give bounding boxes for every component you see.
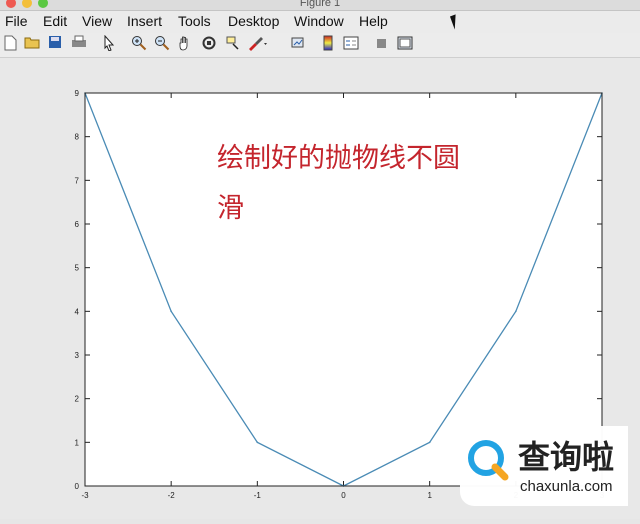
data-cursor-icon[interactable] [225, 35, 241, 53]
data-point [515, 310, 517, 313]
rotate-3d-icon[interactable] [201, 35, 217, 53]
annotation-text: 绘制好的抛物线不圆 滑 [217, 134, 460, 234]
y-tick-label: 1 [75, 438, 80, 447]
zoom-out-icon[interactable] [154, 35, 170, 53]
y-tick-label: 2 [75, 395, 80, 404]
x-tick-label: -2 [168, 491, 176, 500]
data-point [170, 310, 172, 313]
window-titlebar: Figure 1 [0, 0, 640, 11]
menu-window[interactable]: Window [294, 13, 344, 29]
show-plot-tools-icon[interactable] [397, 35, 413, 53]
y-tick-label: 0 [75, 482, 80, 491]
zoom-in-icon[interactable] [131, 35, 147, 53]
menu-insert[interactable]: Insert [127, 13, 162, 29]
watermark-name: 查询啦 [518, 438, 615, 476]
data-point [428, 441, 431, 444]
menu-view[interactable]: View [82, 13, 112, 29]
y-tick-label: 7 [75, 176, 80, 185]
data-point [256, 441, 259, 444]
x-tick-label: -1 [254, 491, 262, 500]
menu-desktop[interactable]: Desktop [228, 13, 279, 29]
menubar: File Edit View Insert Tools Desktop Wind… [0, 11, 640, 33]
x-tick-label: 1 [427, 491, 432, 500]
menu-file[interactable]: File [5, 13, 28, 29]
menu-tools[interactable]: Tools [178, 13, 211, 29]
watermark-logo: 查询啦 chaxunla.com [460, 426, 628, 506]
save-icon[interactable] [47, 35, 63, 53]
figure-toolbar [0, 33, 640, 58]
window-title: Figure 1 [299, 0, 341, 9]
watermark-site: chaxunla.com [520, 478, 613, 495]
figure-canvas: -3-2-101230123456789 绘制好的抛物线不圆 滑 查询啦 cha… [0, 58, 640, 519]
print-icon[interactable] [70, 35, 88, 53]
annotation-line-2: 滑 [217, 193, 244, 224]
menu-edit[interactable]: Edit [43, 13, 67, 29]
y-tick-label: 4 [75, 307, 80, 316]
pointer-icon[interactable] [102, 34, 116, 53]
menu-help[interactable]: Help [359, 13, 388, 29]
annotation-line-1: 绘制好的抛物线不圆 [217, 143, 460, 174]
hide-plot-tools-icon[interactable] [376, 35, 388, 53]
y-tick-label: 3 [75, 351, 80, 360]
link-plot-icon[interactable] [290, 35, 306, 53]
open-file-icon[interactable] [23, 35, 41, 53]
brush-icon[interactable] [247, 35, 269, 53]
y-tick-label: 8 [75, 133, 80, 142]
legend-icon[interactable] [343, 35, 359, 53]
colorbar-icon[interactable] [322, 35, 334, 53]
y-tick-label: 9 [75, 89, 80, 98]
y-tick-label: 5 [75, 264, 80, 273]
y-tick-label: 6 [75, 220, 80, 229]
x-tick-label: 0 [341, 491, 346, 500]
watermark-search-icon [468, 440, 509, 481]
x-tick-label: -3 [81, 491, 89, 500]
new-figure-icon[interactable] [2, 35, 18, 53]
pan-icon[interactable] [177, 35, 193, 53]
